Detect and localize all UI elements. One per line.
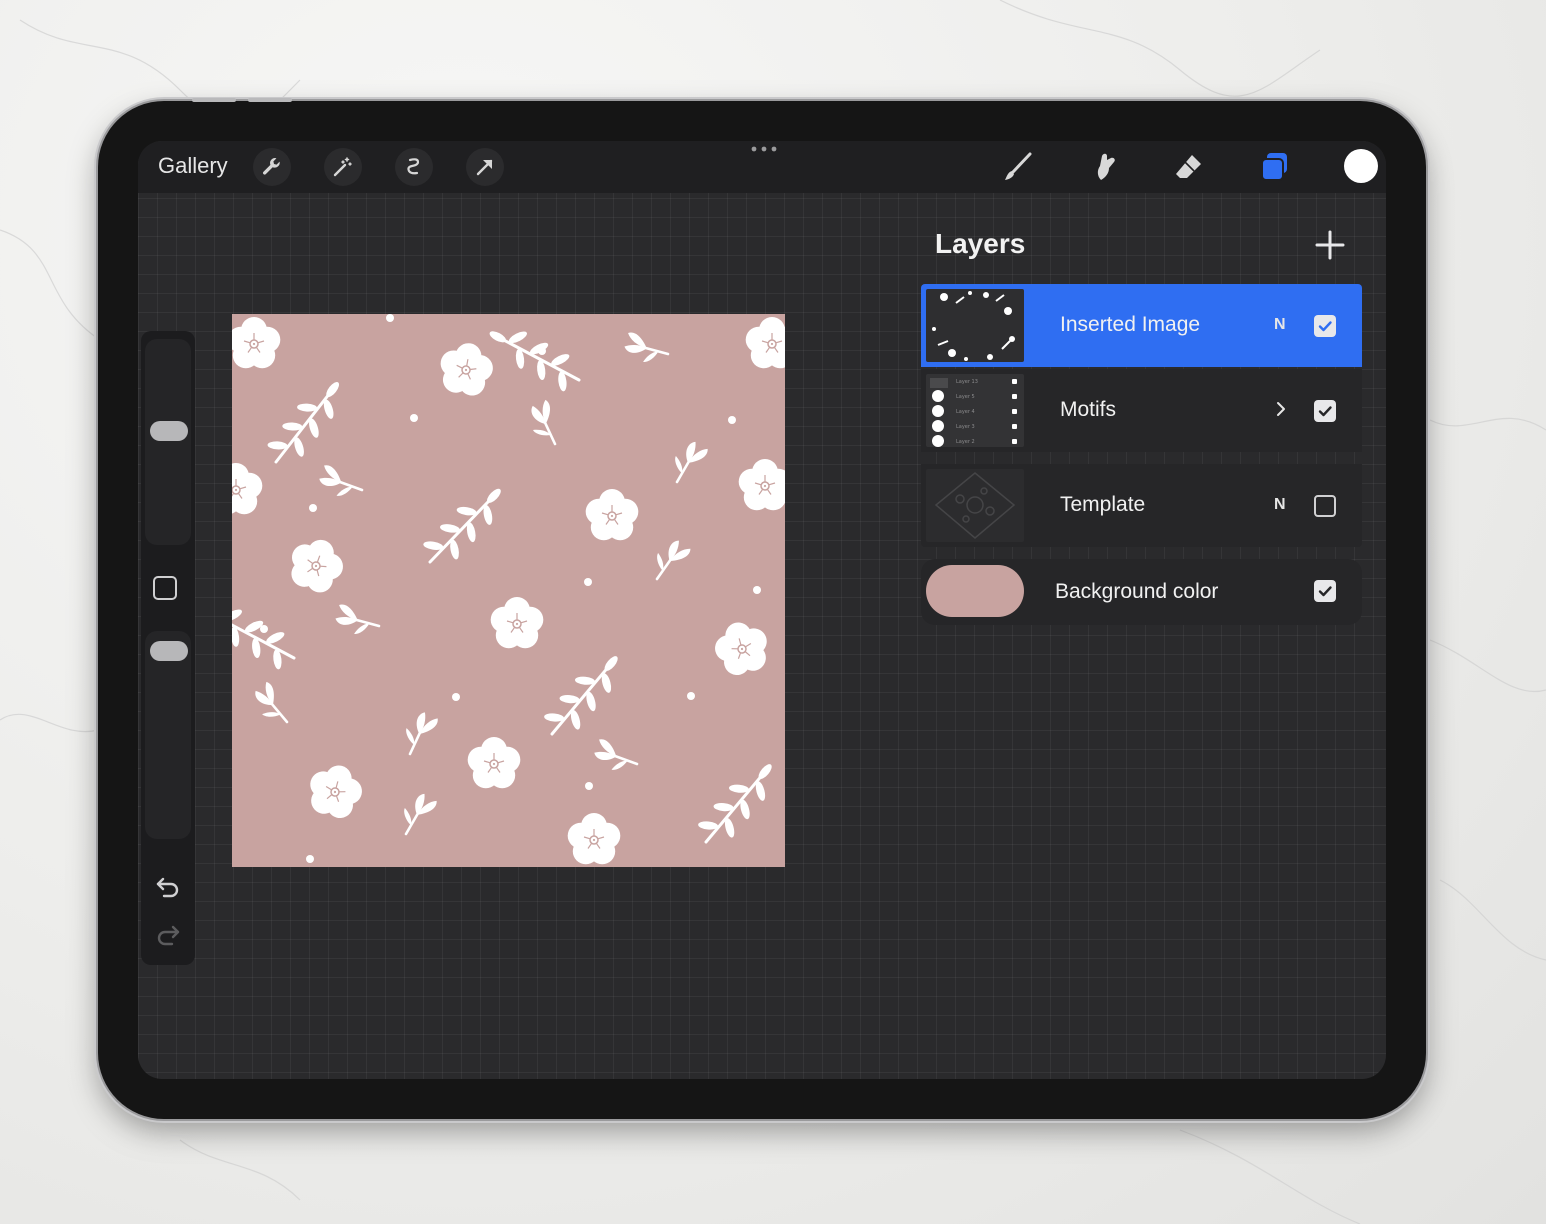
opacity-thumb[interactable] <box>150 641 188 661</box>
brush-size-thumb[interactable] <box>150 421 188 441</box>
thumb-row-label: Layer 4 <box>956 409 975 415</box>
wrench-icon[interactable] <box>253 148 291 186</box>
modify-button[interactable] <box>153 576 177 600</box>
brush-size-slider[interactable] <box>145 339 191 545</box>
chevron-right-icon[interactable] <box>1273 399 1289 419</box>
layer-thumbnail <box>926 469 1024 542</box>
layer-row-background-color[interactable]: Background color <box>921 559 1362 625</box>
thumb-row-label: Layer 5 <box>956 394 975 400</box>
color-picker-button[interactable] <box>1344 149 1378 183</box>
opacity-slider[interactable] <box>145 631 191 839</box>
thumb-row-label: Layer 2 <box>956 439 975 445</box>
transform-arrow-icon[interactable] <box>466 148 504 186</box>
layer-name: Motifs <box>1060 398 1117 421</box>
layer-row-motifs[interactable]: Layer 13 Layer 5 Layer 4 Layer 3 Layer 2 <box>921 369 1362 452</box>
layer-visibility-checkbox[interactable] <box>1314 580 1336 602</box>
volume-button <box>248 98 292 102</box>
brush-icon[interactable] <box>1000 149 1036 185</box>
layer-visibility-checkbox[interactable] <box>1314 315 1336 337</box>
add-layer-icon[interactable] <box>1313 228 1347 262</box>
thumb-row-label: Layer 13 <box>956 379 978 385</box>
layer-thumbnail <box>926 289 1024 362</box>
redo-icon[interactable] <box>154 921 182 949</box>
floral-pattern <box>232 314 785 866</box>
layers-panel: Layers Inserted Image N Layer 13 Layer 5… <box>908 214 1368 634</box>
blend-mode-button[interactable]: N <box>1274 316 1286 334</box>
left-sidebar <box>141 331 195 965</box>
magic-wand-icon[interactable] <box>324 148 362 186</box>
volume-button <box>192 98 236 102</box>
procreate-screen: Gallery Layers Inserted Image N Layer 13… <box>138 141 1386 1079</box>
layers-title: Layers <box>935 228 1026 259</box>
gallery-button[interactable]: Gallery <box>158 153 228 179</box>
more-options-icon[interactable] <box>750 141 778 155</box>
layer-thumbnail: Layer 13 Layer 5 Layer 4 Layer 3 Layer 2 <box>926 374 1024 447</box>
layer-row-inserted-image[interactable]: Inserted Image N <box>921 284 1362 367</box>
undo-icon[interactable] <box>154 871 182 899</box>
layers-icon[interactable] <box>1257 149 1293 185</box>
selection-icon[interactable] <box>395 148 433 186</box>
eraser-icon[interactable] <box>1171 149 1207 185</box>
background-color-swatch[interactable] <box>926 565 1024 617</box>
layer-name: Background color <box>1055 580 1219 603</box>
layer-name: Template <box>1060 493 1146 516</box>
thumb-row-label: Layer 3 <box>956 424 975 430</box>
canvas-artwork[interactable] <box>232 314 785 867</box>
layer-name: Inserted Image <box>1060 313 1201 336</box>
smudge-icon[interactable] <box>1086 149 1122 185</box>
layer-row-template[interactable]: Template N <box>921 464 1362 547</box>
layer-visibility-checkbox[interactable] <box>1314 495 1336 517</box>
layer-visibility-checkbox[interactable] <box>1314 400 1336 422</box>
ipad-frame: Gallery Layers Inserted Image N Layer 13… <box>98 98 1426 1119</box>
top-toolbar: Gallery <box>138 141 1386 193</box>
blend-mode-button[interactable]: N <box>1274 496 1286 514</box>
